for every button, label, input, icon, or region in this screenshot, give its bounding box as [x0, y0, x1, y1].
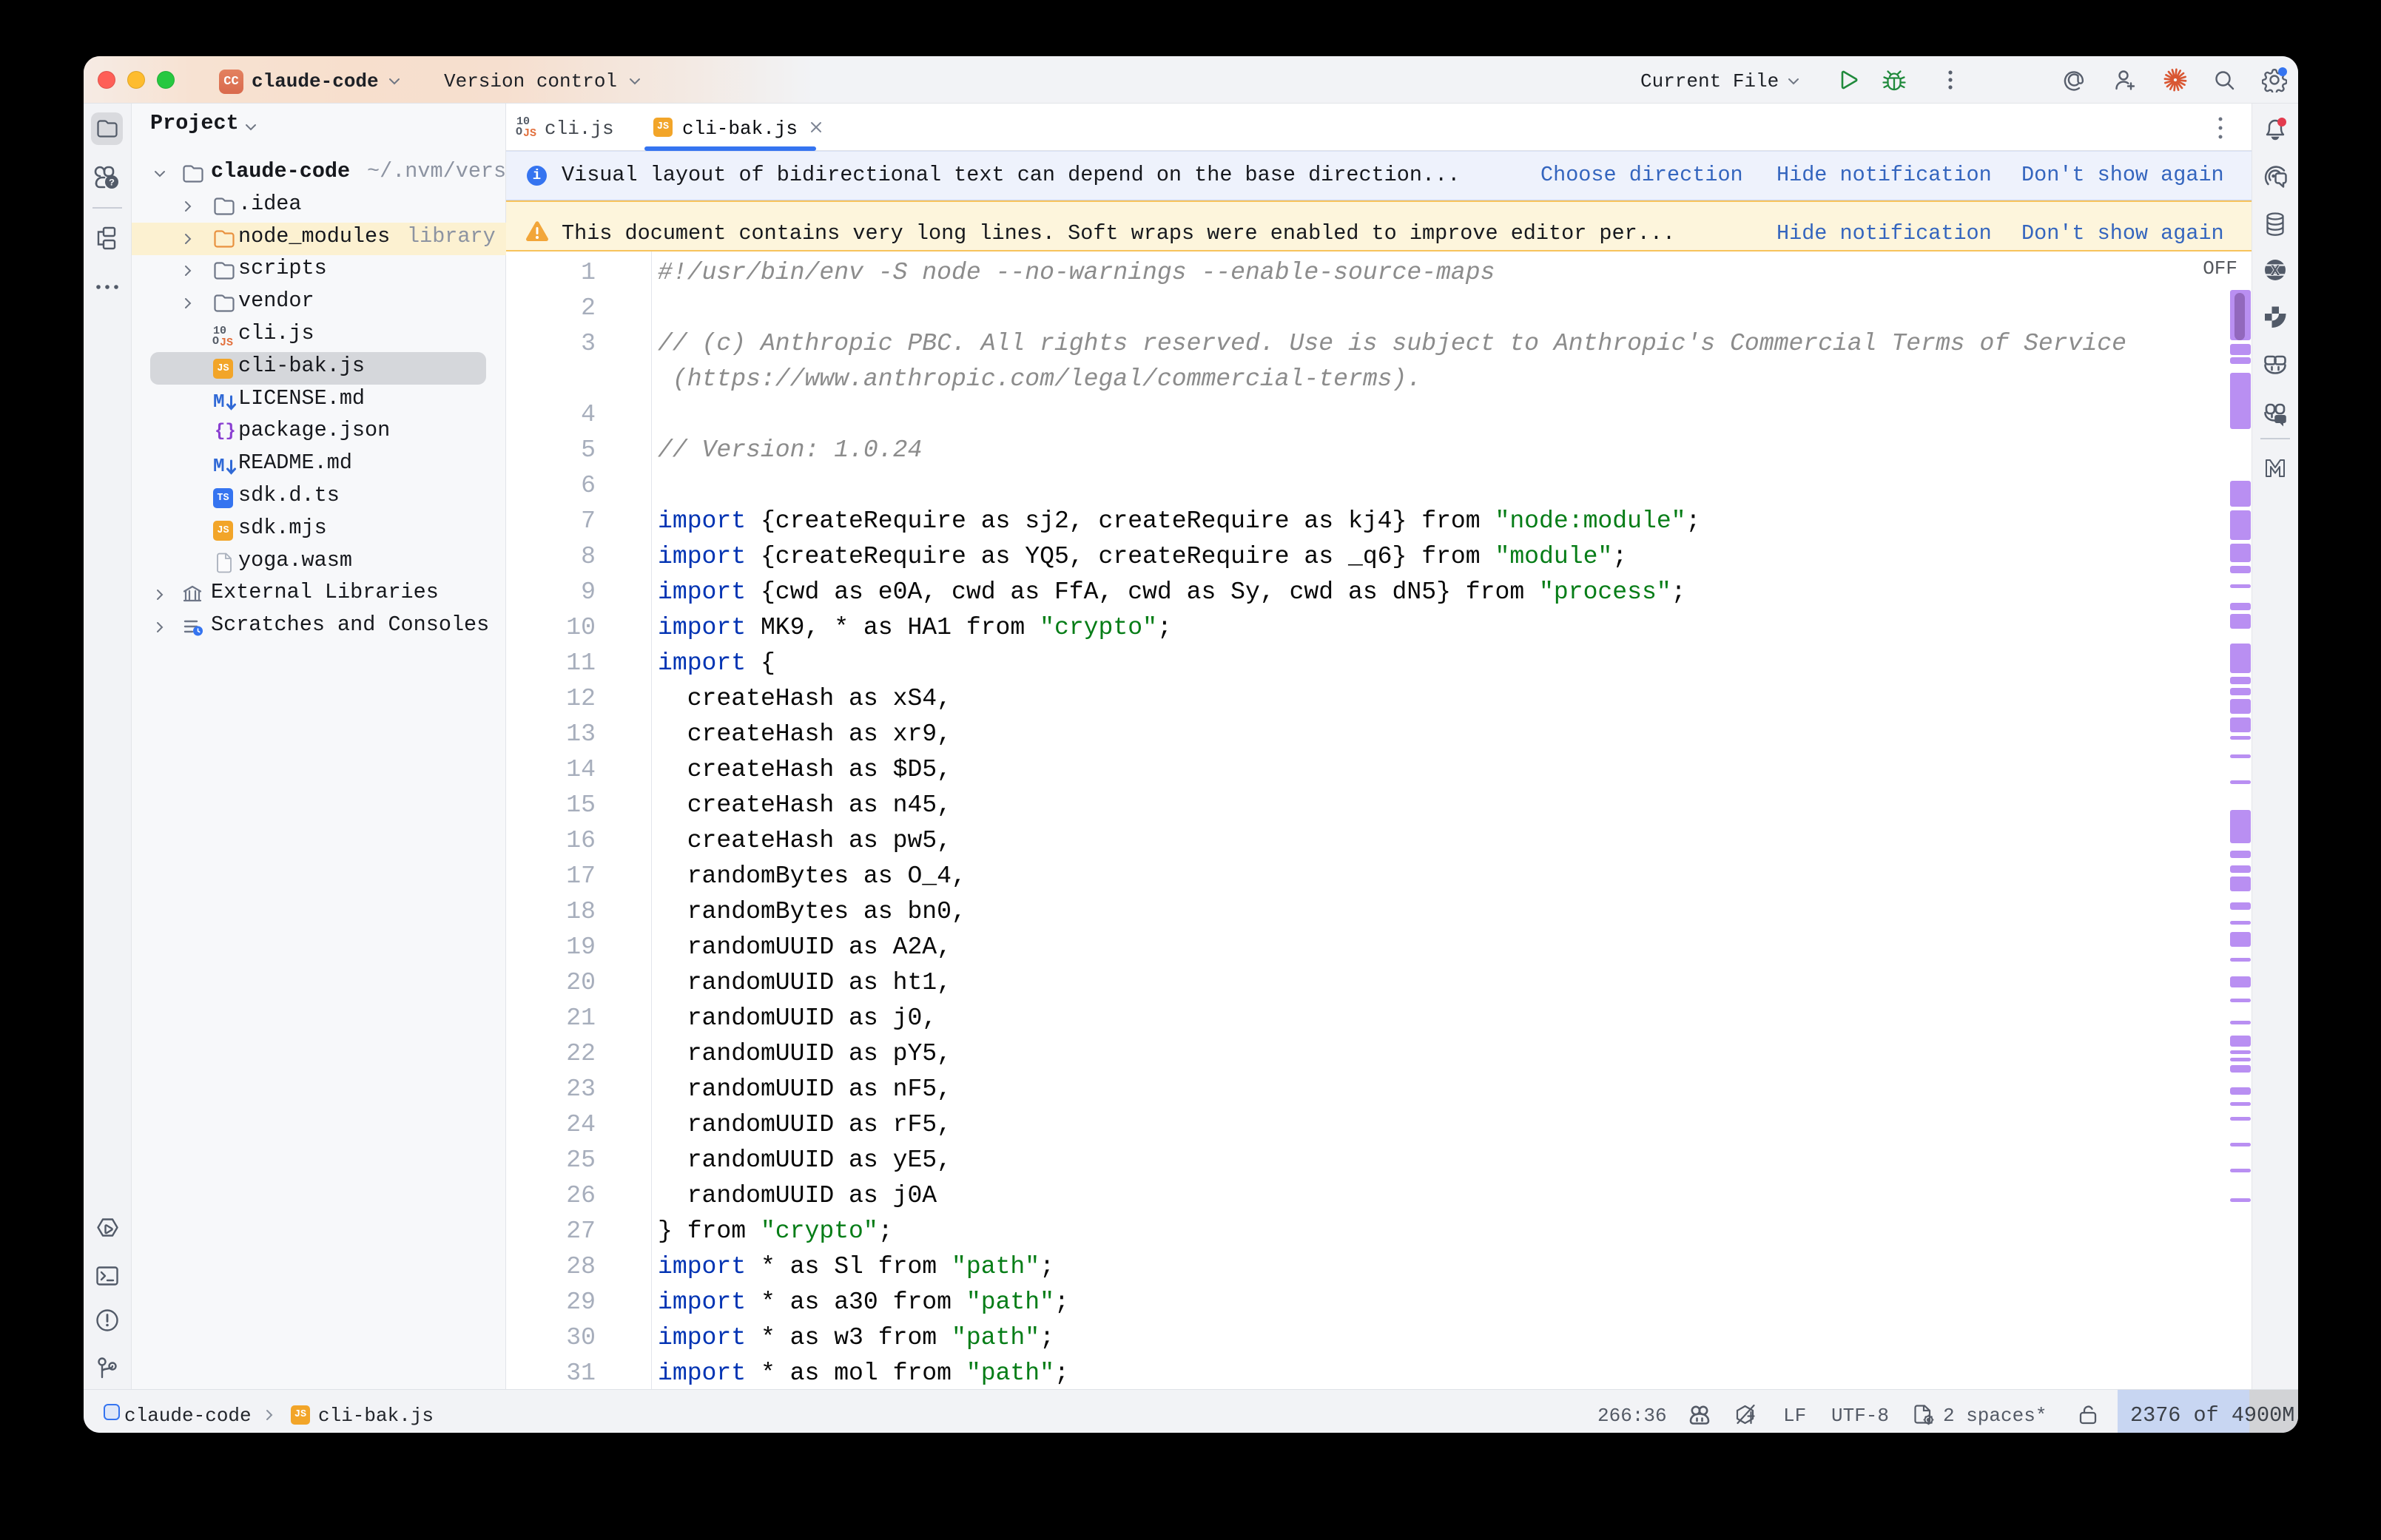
svg-text:X: X: [2271, 263, 2280, 280]
svg-text:?: ?: [109, 178, 115, 189]
